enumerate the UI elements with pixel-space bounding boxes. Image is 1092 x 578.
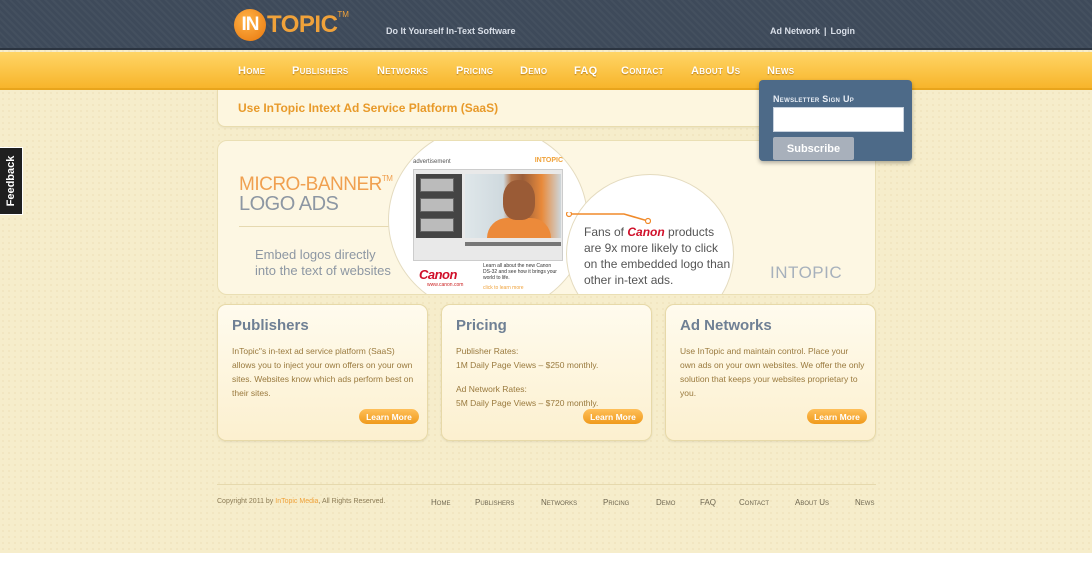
- footer-link-home[interactable]: Home: [431, 498, 450, 507]
- banner-headline-text: MICRO-BANNER: [239, 174, 382, 195]
- subscribe-button[interactable]: Subscribe: [773, 137, 854, 160]
- nav-news[interactable]: News: [767, 65, 794, 77]
- camera-thumbnail: [420, 218, 454, 232]
- card-paragraph: Ad Network Rates:: [456, 384, 527, 394]
- footer-link-demo[interactable]: Demo: [656, 498, 675, 507]
- card-ad-networks: Ad Networks Use InTopic and maintain con…: [665, 304, 876, 441]
- login-link[interactable]: Login: [831, 26, 856, 36]
- card-title: Pricing: [456, 317, 507, 334]
- link-separator: |: [823, 26, 827, 36]
- card-title: Ad Networks: [680, 317, 772, 334]
- footer-link-faq[interactable]: FAQ: [700, 498, 716, 507]
- card-body: Use InTopic and maintain control. Place …: [680, 344, 866, 400]
- logo-wordmark: TOPIC: [267, 11, 338, 38]
- newsletter-title: Newsletter Sign Up: [773, 94, 855, 104]
- learn-more-button[interactable]: Learn More: [807, 409, 867, 424]
- card-paragraph: InTopic"s in-text ad service platform (S…: [232, 346, 414, 398]
- video-progress-bar: [465, 242, 561, 246]
- ad-photo: [465, 174, 561, 238]
- logo-trademark: TM: [337, 10, 349, 19]
- ad-network-link[interactable]: Ad Network: [770, 26, 820, 36]
- nav-home[interactable]: Home: [238, 65, 265, 77]
- logo-badge: IN: [234, 9, 266, 41]
- main-nav: Home Publishers Networks Pricing Demo FA…: [0, 52, 1092, 90]
- camera-thumbnails: [416, 174, 462, 238]
- ad-learn-link: click to learn more: [483, 285, 524, 291]
- site-logo[interactable]: IN TOPIC TM: [234, 8, 349, 42]
- card-paragraph: Use InTopic and maintain control. Place …: [680, 346, 865, 398]
- ad-canon-url: www.canon.com: [427, 282, 464, 288]
- nav-demo[interactable]: Demo: [520, 65, 547, 77]
- footer-divider: [217, 484, 876, 485]
- hero-banner: MICRO-BANNERTM LOGO ADS Embed logos dire…: [217, 140, 876, 295]
- ad-canon-logo: Canon: [419, 267, 457, 282]
- newsletter-email-input[interactable]: [773, 107, 904, 132]
- footer-link-about-us[interactable]: About Us: [795, 498, 829, 507]
- connector-line: [566, 212, 651, 224]
- nav-networks[interactable]: Networks: [377, 65, 428, 77]
- banner-trademark: TM: [381, 174, 393, 183]
- nav-about-us[interactable]: About Us: [691, 65, 740, 77]
- footer-link-pricing[interactable]: Pricing: [603, 498, 629, 507]
- camera-thumbnail: [420, 198, 454, 212]
- nav-publishers[interactable]: Publishers: [292, 65, 349, 77]
- learn-more-button[interactable]: Learn More: [359, 409, 419, 424]
- card-paragraph: 5M Daily Page Views – $720 monthly.: [456, 398, 599, 408]
- nav-contact[interactable]: Contact: [621, 65, 664, 77]
- ad-preview: advertisement INTOPIC Canon www.canon.co…: [413, 157, 563, 291]
- copyright-brand-link[interactable]: InTopic Media: [275, 498, 318, 505]
- stat-text: Fans of Canon products are 9x more likel…: [584, 224, 734, 288]
- top-header: IN TOPIC TM Do It Yourself In-Text Softw…: [0, 0, 1092, 50]
- newsletter-panel: Newsletter Sign Up Subscribe: [759, 80, 912, 161]
- nav-faq[interactable]: FAQ: [574, 65, 598, 77]
- card-title: Publishers: [232, 317, 309, 334]
- page-title: Use InTopic Intext Ad Service Platform (…: [238, 101, 499, 115]
- top-links: Ad Network | Login: [770, 26, 855, 36]
- banner-divider: [239, 226, 389, 227]
- footer-link-networks[interactable]: Networks: [541, 498, 577, 507]
- photo-face: [503, 180, 535, 220]
- card-body: Publisher Rates: 1M Daily Page Views – $…: [456, 344, 642, 410]
- ad-video-frame: [413, 169, 563, 261]
- footer-link-contact[interactable]: Contact: [739, 498, 769, 507]
- embed-line-2: into the text of websites: [255, 263, 391, 278]
- banner-subheadline: LOGO ADS: [239, 193, 339, 215]
- stat-brand: Canon: [627, 225, 665, 239]
- card-paragraph: Publisher Rates:: [456, 346, 519, 356]
- ad-brand-logo: INTOPIC: [534, 157, 563, 164]
- ad-copy: Learn all about the new Canon DS-32 and …: [483, 263, 557, 281]
- copyright-text: Copyright 2011 by InTopic Media, All Rig…: [217, 498, 385, 505]
- feedback-label: Feedback: [5, 155, 17, 207]
- copyright-post: , All Rights Reserved.: [318, 498, 386, 505]
- stat-text-pre: Fans of: [584, 225, 628, 239]
- banner-description: Embed logos directly into the text of we…: [255, 247, 405, 279]
- photo-shirt: [487, 218, 551, 238]
- feedback-tab[interactable]: Feedback: [0, 147, 23, 215]
- banner-watermark: INTOPIC: [770, 263, 843, 282]
- site-tagline: Do It Yourself In-Text Software: [386, 26, 516, 36]
- footer-link-news[interactable]: News: [855, 498, 874, 507]
- ad-label: advertisement: [413, 159, 451, 165]
- card-body: InTopic"s in-text ad service platform (S…: [232, 344, 418, 400]
- footer-link-publishers[interactable]: Publishers: [475, 498, 514, 507]
- copyright-pre: Copyright 2011 by: [217, 498, 276, 505]
- card-pricing: Pricing Publisher Rates: 1M Daily Page V…: [441, 304, 652, 441]
- embed-line-1: Embed logos directly: [255, 247, 376, 262]
- learn-more-button[interactable]: Learn More: [583, 409, 643, 424]
- nav-pricing[interactable]: Pricing: [456, 65, 493, 77]
- card-paragraph: 1M Daily Page Views – $250 monthly.: [456, 360, 599, 370]
- card-publishers: Publishers InTopic"s in-text ad service …: [217, 304, 428, 441]
- camera-thumbnail: [420, 178, 454, 192]
